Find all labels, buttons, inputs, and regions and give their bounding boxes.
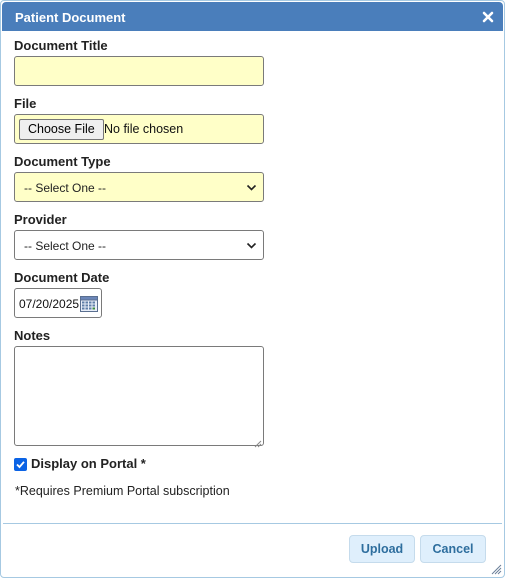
choose-file-button[interactable]: Choose File: [19, 119, 104, 140]
notes-textarea[interactable]: [14, 346, 264, 448]
cancel-button[interactable]: Cancel: [420, 535, 486, 563]
document-title-input[interactable]: [14, 56, 264, 86]
button-pane-divider: [3, 523, 502, 524]
document-type-select[interactable]: -- Select One --: [14, 172, 264, 202]
file-status-text: No file chosen: [104, 122, 184, 136]
document-type-selected: -- Select One --: [24, 181, 107, 195]
dialog-titlebar[interactable]: Patient Document: [2, 2, 503, 31]
document-date-value: 07/20/2025: [19, 297, 80, 311]
document-title-label: Document Title: [14, 38, 108, 53]
upload-button[interactable]: Upload: [349, 535, 415, 563]
document-type-label: Document Type: [14, 154, 111, 169]
patient-document-dialog: Patient Document Document Title File Cho…: [0, 0, 505, 578]
close-icon[interactable]: [481, 10, 495, 24]
textarea-resize-icon[interactable]: [254, 436, 262, 448]
provider-select[interactable]: -- Select One --: [14, 230, 264, 260]
notes-label: Notes: [14, 328, 51, 343]
file-label: File: [14, 96, 37, 111]
chevron-down-icon: [246, 182, 257, 193]
chevron-down-icon: [246, 240, 257, 251]
provider-label: Provider: [14, 212, 67, 227]
portal-footnote: *Requires Premium Portal subscription: [15, 484, 230, 498]
dialog-title: Patient Document: [15, 10, 126, 25]
calendar-icon[interactable]: [80, 296, 98, 312]
display-on-portal-label[interactable]: Display on Portal *: [31, 456, 146, 471]
document-date-input[interactable]: 07/20/2025: [14, 288, 102, 318]
document-date-label: Document Date: [14, 270, 110, 285]
provider-selected: -- Select One --: [24, 239, 107, 253]
display-on-portal-checkbox[interactable]: [14, 458, 27, 471]
dialog-resize-icon[interactable]: [490, 563, 502, 575]
file-input[interactable]: Choose File No file chosen: [14, 114, 264, 144]
